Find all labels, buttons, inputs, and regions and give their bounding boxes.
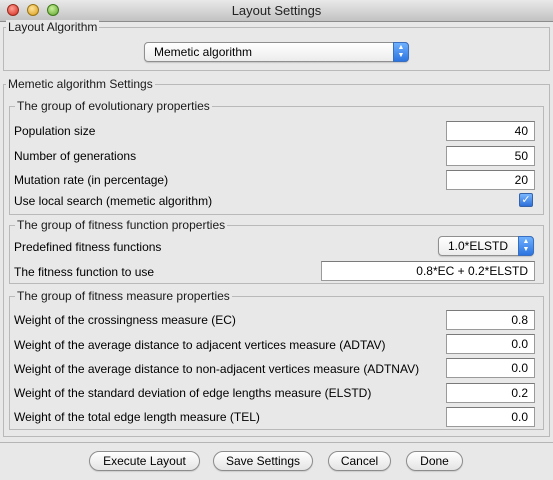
fitness-function-group-title: The group of fitness function properties [15, 218, 228, 232]
local-search-label: Use local search (memetic algorithm) [14, 194, 213, 208]
done-button[interactable]: Done [406, 451, 463, 471]
elstd-weight-label: Weight of the standard deviation of edge… [14, 386, 372, 400]
population-size-input[interactable]: 40 [446, 121, 535, 141]
population-size-label: Population size [14, 124, 96, 138]
generations-input[interactable]: 50 [446, 146, 535, 166]
tel-weight-input[interactable]: 0.0 [446, 407, 535, 427]
algorithm-select[interactable]: Memetic algorithm ▲ ▼ [144, 42, 409, 62]
window-title: Layout Settings [231, 3, 322, 18]
ec-weight-label: Weight of the crossingness measure (EC) [14, 313, 236, 327]
fitness-function-label: The fitness function to use [14, 265, 155, 279]
adtav-weight-input[interactable]: 0.0 [446, 334, 535, 354]
mutation-rate-label: Mutation rate (in percentage) [14, 173, 169, 187]
predefined-fitness-select[interactable]: 1.0*ELSTD ▲ ▼ [438, 236, 534, 256]
tel-weight-label: Weight of the total edge length measure … [14, 410, 260, 424]
execute-layout-button[interactable]: Execute Layout [89, 451, 200, 471]
local-search-checkbox[interactable]: ✓ [519, 193, 533, 207]
evolutionary-group-title: The group of evolutionary properties [15, 99, 212, 113]
adtav-weight-label: Weight of the average distance to adjace… [14, 338, 386, 352]
adtnav-weight-input[interactable]: 0.0 [446, 358, 535, 378]
save-settings-button[interactable]: Save Settings [213, 451, 313, 471]
updown-arrows-icon: ▲ ▼ [518, 236, 534, 256]
predefined-fitness-label: Predefined fitness functions [14, 240, 162, 254]
memetic-settings-group-title: Memetic algorithm Settings [6, 77, 155, 91]
fitness-measure-group-title: The group of fitness measure properties [15, 289, 232, 303]
mutation-rate-input[interactable]: 20 [446, 170, 535, 190]
adtnav-weight-label: Weight of the average distance to non-ad… [14, 362, 420, 376]
layout-algorithm-group-title: Layout Algorithm [6, 20, 100, 34]
cancel-button[interactable]: Cancel [328, 451, 391, 471]
window-titlebar[interactable]: Layout Settings [0, 0, 553, 22]
checkmark-icon: ✓ [521, 194, 531, 206]
fitness-function-input[interactable]: 0.8*EC + 0.2*ELSTD [321, 261, 535, 281]
generations-label: Number of generations [14, 149, 137, 163]
button-bar-separator [0, 442, 553, 443]
ec-weight-input[interactable]: 0.8 [446, 310, 535, 330]
predefined-fitness-value: 1.0*ELSTD [448, 239, 509, 253]
elstd-weight-input[interactable]: 0.2 [446, 383, 535, 403]
algorithm-select-value: Memetic algorithm [154, 45, 253, 59]
updown-arrows-icon: ▲ ▼ [393, 42, 409, 62]
